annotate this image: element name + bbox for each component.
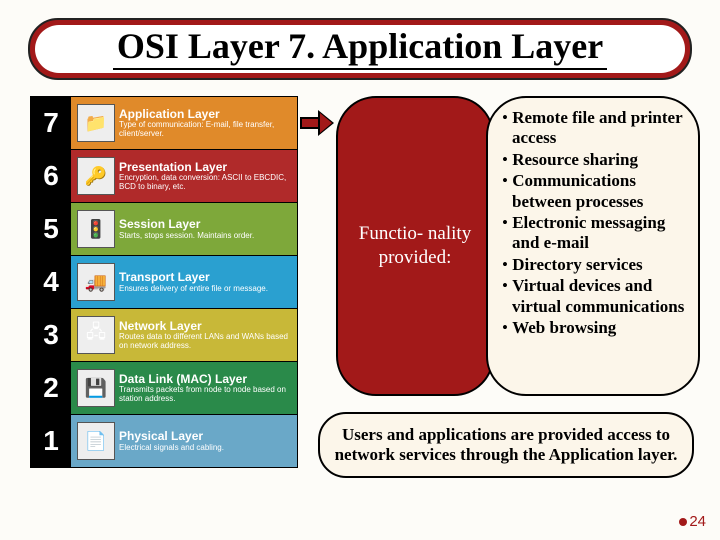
layer-name: Data Link (MAC) Layer: [119, 373, 293, 386]
layer-desc: Routes data to different LANs and WANs b…: [119, 333, 293, 350]
layer-row: 1📄 Physical LayerElectrical signals and c…: [30, 414, 298, 468]
slide-title-inner: OSI Layer 7. Application Layer: [35, 25, 685, 73]
key-icon: 🔑: [77, 157, 115, 195]
layer-row: 5🚦 Session LayerStarts, stops session. Ma…: [30, 202, 298, 256]
truck-icon: 🚚: [77, 263, 115, 301]
layer-body: 💾 Data Link (MAC) LayerTransmits packets …: [71, 362, 297, 414]
router-icon: 🖧: [77, 316, 115, 354]
bullet-item: Directory services: [502, 255, 688, 275]
layer-name: Physical Layer: [119, 430, 293, 443]
bullet-item: Resource sharing: [502, 150, 688, 170]
bullet-item: Remote file and printer access: [502, 108, 688, 149]
layer-row: 3🖧 Network LayerRoutes data to different …: [30, 308, 298, 362]
layer-number: 3: [31, 309, 71, 361]
layer-row: 6🔑 Presentation LayerEncryption, data con…: [30, 149, 298, 203]
layer-row: 2💾 Data Link (MAC) LayerTransmits packets…: [30, 361, 298, 415]
layer-name: Network Layer: [119, 320, 293, 333]
functionality-bullets-block: Remote file and printer accessResource s…: [486, 96, 700, 396]
layer-number: 7: [31, 97, 71, 149]
layer-desc: Encryption, data conversion: ASCII to EB…: [119, 174, 293, 191]
layer-body: 📁 Application LayerType of communication:…: [71, 97, 297, 149]
bullet-dot-icon: [679, 518, 687, 526]
traffic-light-icon: 🚦: [77, 210, 115, 248]
functionality-bullets: Remote file and printer accessResource s…: [502, 108, 688, 338]
bullet-item: Virtual devices and virtual communicatio…: [502, 276, 688, 317]
layer-name: Session Layer: [119, 218, 293, 231]
layer-desc: Type of communication: E-mail, file tran…: [119, 121, 293, 138]
bullet-item: Web browsing: [502, 318, 688, 338]
layer-name: Application Layer: [119, 108, 293, 121]
osi-layers-column: 7📁 Application LayerType of communication…: [30, 96, 298, 467]
summary-text: Users and applications are provided acce…: [318, 412, 694, 478]
layer-row: 7📁 Application LayerType of communication…: [30, 96, 298, 150]
arrow-icon: [300, 112, 336, 134]
bullet-item: Communications between processes: [502, 171, 688, 212]
layer-desc: Transmits packets from node to node base…: [119, 386, 293, 403]
layer-number: 5: [31, 203, 71, 255]
layer-body: 📄 Physical LayerElectrical signals and ca…: [71, 415, 297, 467]
functionality-label: Functio- nality provided:: [338, 222, 492, 270]
layer-number: 6: [31, 150, 71, 202]
page-icon: 📄: [77, 422, 115, 460]
nic-icon: 💾: [77, 369, 115, 407]
folder-icon: 📁: [77, 104, 115, 142]
layer-desc: Ensures delivery of entire file or messa…: [119, 285, 293, 293]
layer-body: 🔑 Presentation LayerEncryption, data conv…: [71, 150, 297, 202]
layer-number: 1: [31, 415, 71, 467]
layer-desc: Starts, stops session. Maintains order.: [119, 232, 293, 240]
slide-title: OSI Layer 7. Application Layer: [113, 28, 607, 70]
layer-name: Presentation Layer: [119, 161, 293, 174]
layer-row: 4🚚 Transport LayerEnsures delivery of ent…: [30, 255, 298, 309]
functionality-label-block: Functio- nality provided:: [336, 96, 494, 396]
layer-body: 🖧 Network LayerRoutes data to different L…: [71, 309, 297, 361]
layer-desc: Electrical signals and cabling.: [119, 444, 293, 452]
layer-body: 🚚 Transport LayerEnsures delivery of enti…: [71, 256, 297, 308]
layer-number: 2: [31, 362, 71, 414]
bullet-item: Electronic messaging and e-mail: [502, 213, 688, 254]
layer-name: Transport Layer: [119, 271, 293, 284]
page-number: 24: [679, 513, 706, 530]
layer-body: 🚦 Session LayerStarts, stops session. Mai…: [71, 203, 297, 255]
slide-title-frame: OSI Layer 7. Application Layer: [28, 18, 692, 80]
layer-number: 4: [31, 256, 71, 308]
